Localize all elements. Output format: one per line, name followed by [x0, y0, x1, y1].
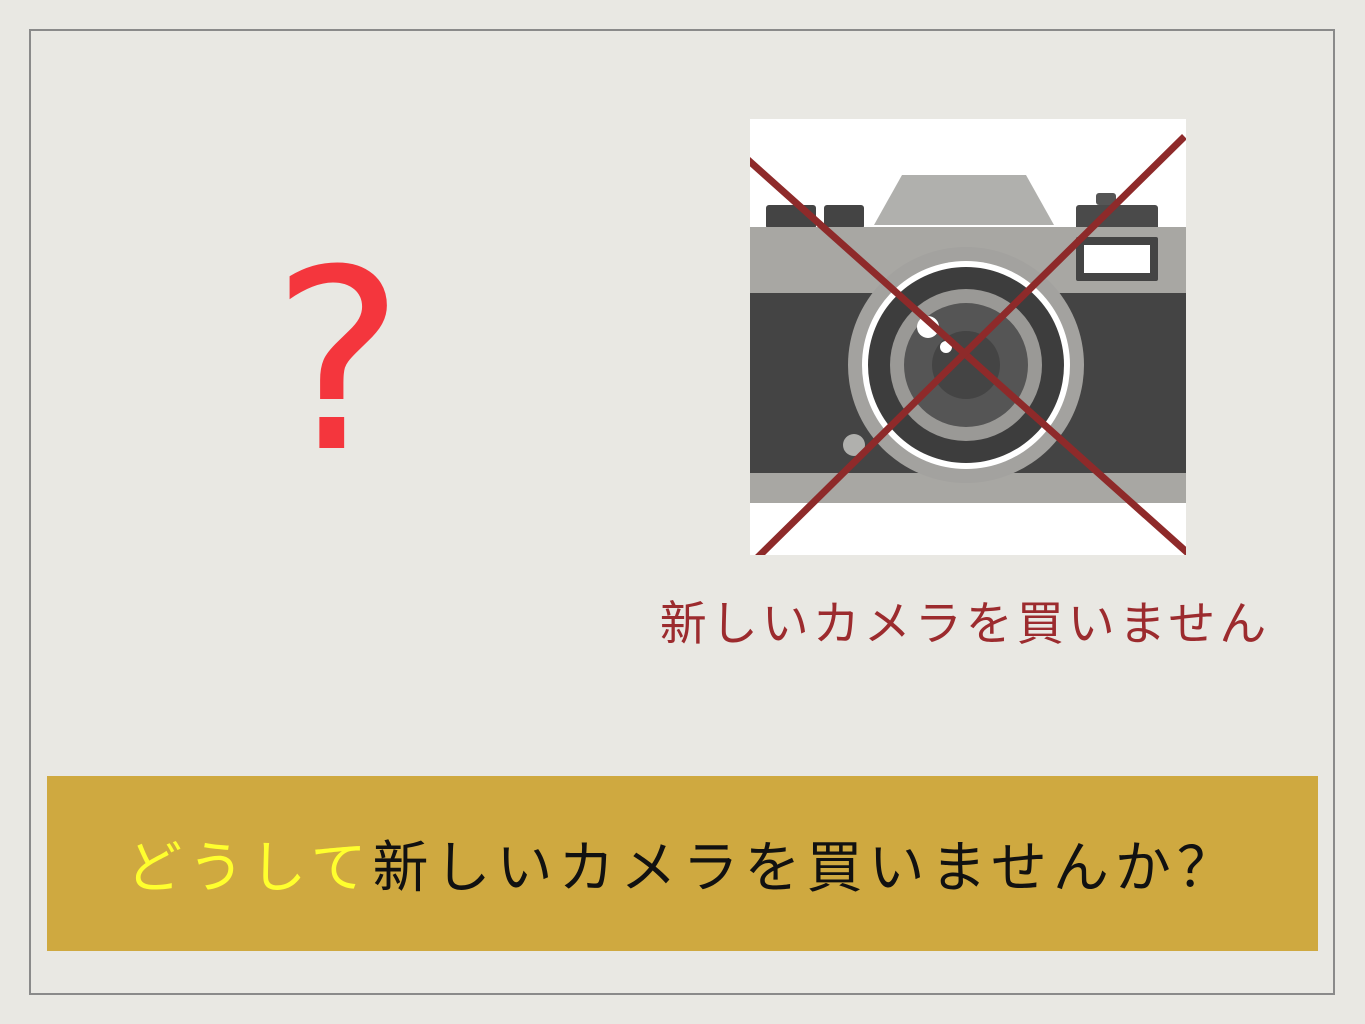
question-mark: ? [271, 216, 405, 507]
crossed-out-camera-image [750, 119, 1186, 555]
question-banner: どうして 新しいカメラを買いませんか？ [47, 776, 1318, 951]
banner-question-text: 新しいカメラを買いませんか？ [372, 836, 1239, 901]
caption-text: 新しいカメラを買いません [659, 597, 1271, 652]
banner-highlight-word: どうして [126, 836, 373, 901]
